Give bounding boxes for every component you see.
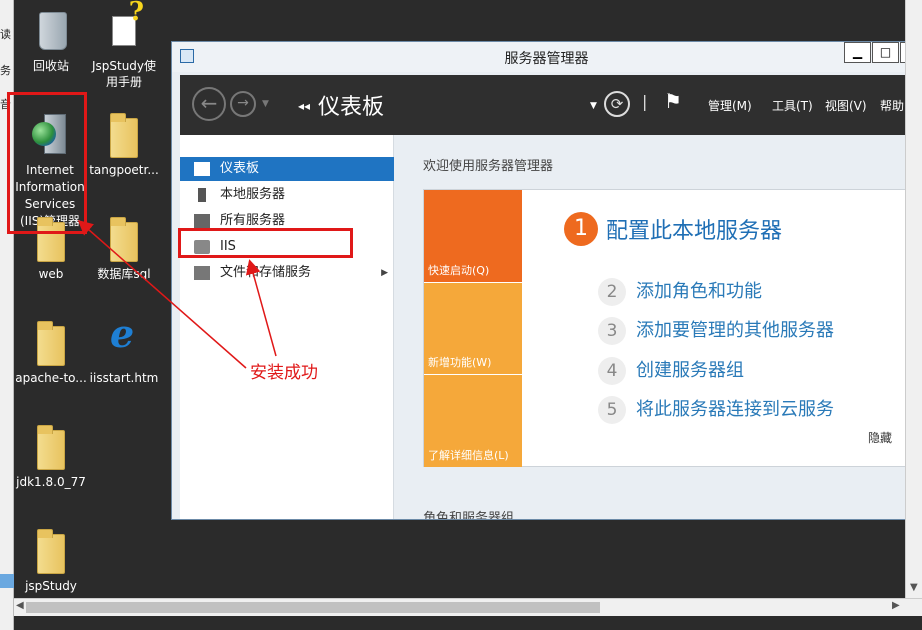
annotation-label: 安装成功 xyxy=(250,363,318,383)
annotation-arrows xyxy=(77,220,277,369)
